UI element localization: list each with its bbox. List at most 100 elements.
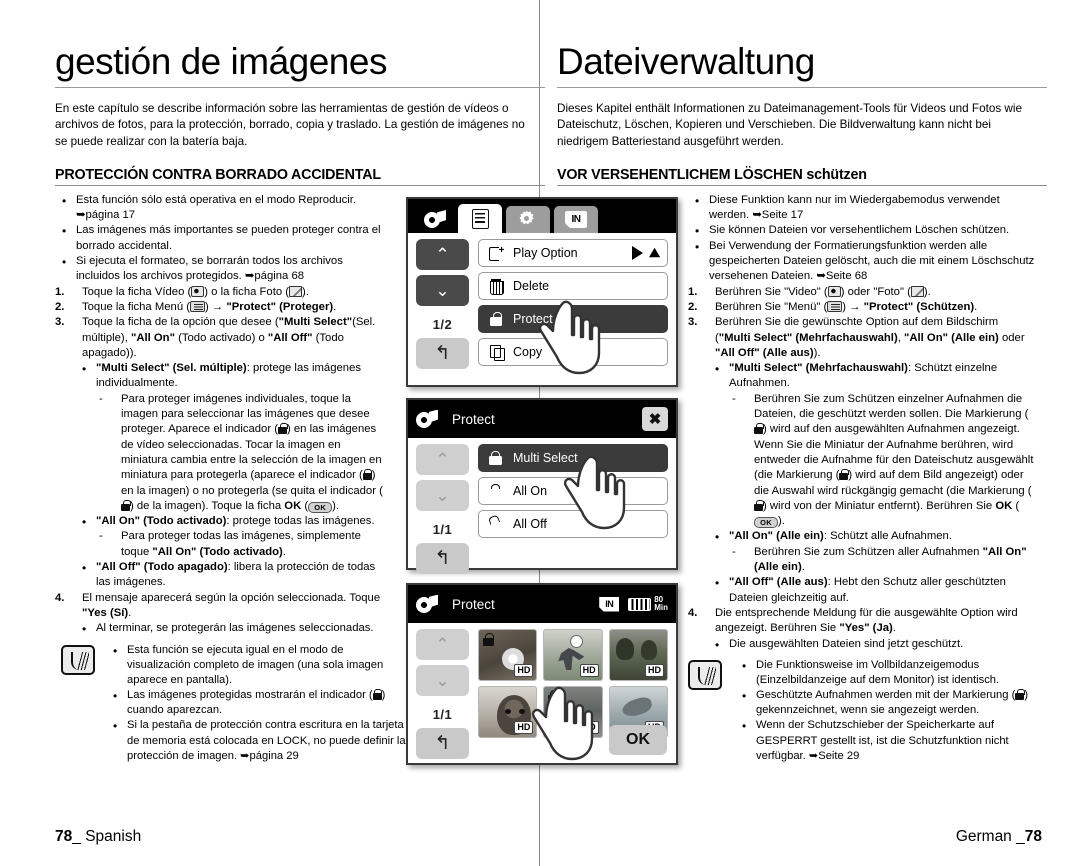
detail-text: .: [801, 561, 805, 574]
scroll-down-button[interactable]: ⌄: [416, 480, 469, 511]
menu-item-label: Copy: [513, 345, 543, 359]
scroll-down-button[interactable]: ⌄: [416, 665, 469, 696]
menu-item-copy[interactable]: Copy: [478, 338, 668, 366]
option-label: All Off: [513, 517, 547, 531]
menu-item-protect[interactable]: Protect: [478, 305, 668, 333]
note-icon: [688, 659, 722, 690]
bullet-glyph: •: [82, 362, 87, 377]
section-title-german: VOR VERSEHENTLICHEM LÖSCHEN schützen: [557, 166, 867, 183]
hd-badge: HD: [644, 664, 664, 677]
thumbnails-body: ⌃ ⌄ 1/1 ↰ HD HD HD HD HD OK: [408, 623, 676, 763]
film-reel-icon: [424, 210, 446, 229]
play-option-icon: [486, 245, 506, 261]
dialog-title: Protect: [452, 596, 495, 612]
note-list: • Esta función se ejecuta igual en el mod…: [107, 643, 407, 764]
step-text: ).: [302, 285, 309, 298]
list-item: • Al terminar, se protegerán las imágenes…: [76, 621, 386, 636]
gear-icon: [519, 210, 538, 229]
title-rule: [557, 86, 1047, 88]
dash-glyph: -: [99, 530, 103, 543]
play-option-right-icons: ⛰: [632, 245, 660, 261]
menu-item-label: Protect: [513, 312, 553, 326]
step-1: 1. Toque la ficha Vídeo () o la ficha Fot…: [55, 285, 385, 300]
tab-menu[interactable]: [458, 204, 502, 233]
hd-badge: HD: [579, 721, 599, 734]
detail-text: (: [1012, 499, 1020, 512]
nav-controls: ⌃ ⌄ 1/1 ↰: [416, 629, 469, 764]
scroll-up-button[interactable]: ⌃: [416, 444, 469, 475]
option-label: "All Off" (Alle aus): [729, 576, 828, 589]
step-text: ).: [923, 285, 931, 298]
menu-item-label: Play Option: [513, 246, 578, 260]
thumbnail-soccer[interactable]: HD: [543, 629, 603, 681]
thumbnail-landscape[interactable]: HD: [608, 629, 668, 681]
step-text: ) oder "Foto" (: [840, 285, 911, 298]
menu-item-delete[interactable]: Delete: [478, 272, 668, 300]
battery-icon: [628, 597, 652, 611]
bullet-text: Esta función sólo está operativa en el m…: [76, 193, 357, 222]
detail-text: ).: [332, 499, 340, 512]
list-item: • Esta función sólo está operativa en el …: [55, 193, 385, 224]
option-label: "All On" (Alle ein): [729, 530, 824, 543]
thumbnail-beach[interactable]: HD: [543, 686, 603, 738]
lock-icon: [754, 423, 764, 435]
step-text: Toque la ficha de la opción que desee ("…: [82, 316, 376, 359]
bullet-glyph: •: [62, 255, 67, 270]
detail-text: (: [301, 499, 309, 512]
list-item: • Si ejecuta el formateo, se borrarán tod…: [55, 254, 385, 285]
return-button[interactable]: ↰: [416, 728, 469, 759]
step-text: .: [128, 606, 132, 619]
battery-time: 80 Min: [654, 596, 668, 612]
menu-item-play-option[interactable]: Play Option ⛰: [478, 239, 668, 267]
step-text: .: [892, 622, 896, 635]
scroll-up-button[interactable]: ⌃: [416, 629, 469, 660]
step-2: 2. Toque la ficha Menú () → "Protect" (Pr…: [55, 300, 385, 315]
option-multi-select[interactable]: Multi Select: [478, 444, 668, 472]
thumbnail-flower[interactable]: HD: [478, 629, 538, 681]
spanish-step4-bullets: • Al terminar, se protegerán las imágenes…: [76, 621, 386, 636]
scroll-down-button[interactable]: ⌄: [416, 275, 469, 306]
list-item: • Si la pestaña de protección contra escr…: [107, 718, 407, 764]
note-icon: [61, 644, 95, 675]
scroll-up-button[interactable]: ⌃: [416, 239, 469, 270]
option-all-off[interactable]: All Off: [478, 510, 668, 538]
note-text: Wenn der Schutzschieber der Speicherkart…: [756, 719, 1009, 762]
option-all-on: • "All On" (Todo activado): protege todas…: [76, 514, 386, 560]
intro-text-german: Dieses Kapitel enthält Informationen zu …: [557, 101, 1022, 149]
note-box-german: • Die Funktionsweise im Vollbildanzeigemo…: [688, 658, 1035, 764]
step-number: 4.: [688, 606, 698, 619]
note-text: Esta función se ejecuta igual en el modo…: [127, 643, 384, 686]
bullet-glyph: •: [695, 193, 700, 208]
bullet-glyph: •: [742, 689, 747, 704]
section-rule: [557, 184, 1047, 186]
return-button[interactable]: ↰: [416, 543, 469, 574]
bullet-glyph: •: [715, 362, 720, 377]
step-text: ) o la ficha Foto (: [204, 285, 290, 298]
menu-body: ⌃ ⌄ 1/2 ↰ Play Option ⛰ Delete: [408, 233, 676, 385]
step-bold-text2: (Schützen): [916, 300, 975, 313]
video-tab[interactable]: [416, 206, 454, 233]
close-icon[interactable]: ✖: [642, 407, 668, 431]
tab-memory-in[interactable]: IN: [554, 206, 598, 233]
thumbnail-dog[interactable]: HD: [478, 686, 538, 738]
option-all-on[interactable]: All On: [478, 477, 668, 505]
menu-item-label: Delete: [513, 279, 550, 293]
menu-tab-icon: [190, 300, 206, 312]
bullet-glyph: •: [695, 224, 700, 239]
step-bold-text: "Yes" (Ja): [839, 622, 893, 635]
option-label: All On: [513, 484, 548, 498]
bullet-glyph: •: [113, 689, 118, 704]
nav-controls: ⌃ ⌄ 1/1 ↰: [416, 444, 469, 579]
tab-settings[interactable]: [506, 206, 550, 233]
spanish-bullet-list: • Esta función sólo está operativa en el …: [55, 193, 385, 361]
step-text: Toque la ficha Menú (: [82, 300, 191, 313]
options-body: ⌃ ⌄ 1/1 ↰ Multi Select All On All Off: [408, 438, 676, 574]
note-list: • Die Funktionsweise im Vollbildanzeigemo…: [736, 658, 1036, 764]
bullet-text: Las imágenes más importantes se pueden p…: [76, 224, 381, 252]
option-label: "All Off" (Todo apagado): [96, 561, 228, 574]
step-4: 4. El mensaje aparecerá según la opción s…: [55, 591, 385, 622]
dialog-title: Protect: [452, 411, 495, 427]
ok-button[interactable]: OK: [609, 725, 667, 755]
option-label: Multi Select: [513, 451, 578, 465]
return-button[interactable]: ↰: [416, 338, 469, 369]
